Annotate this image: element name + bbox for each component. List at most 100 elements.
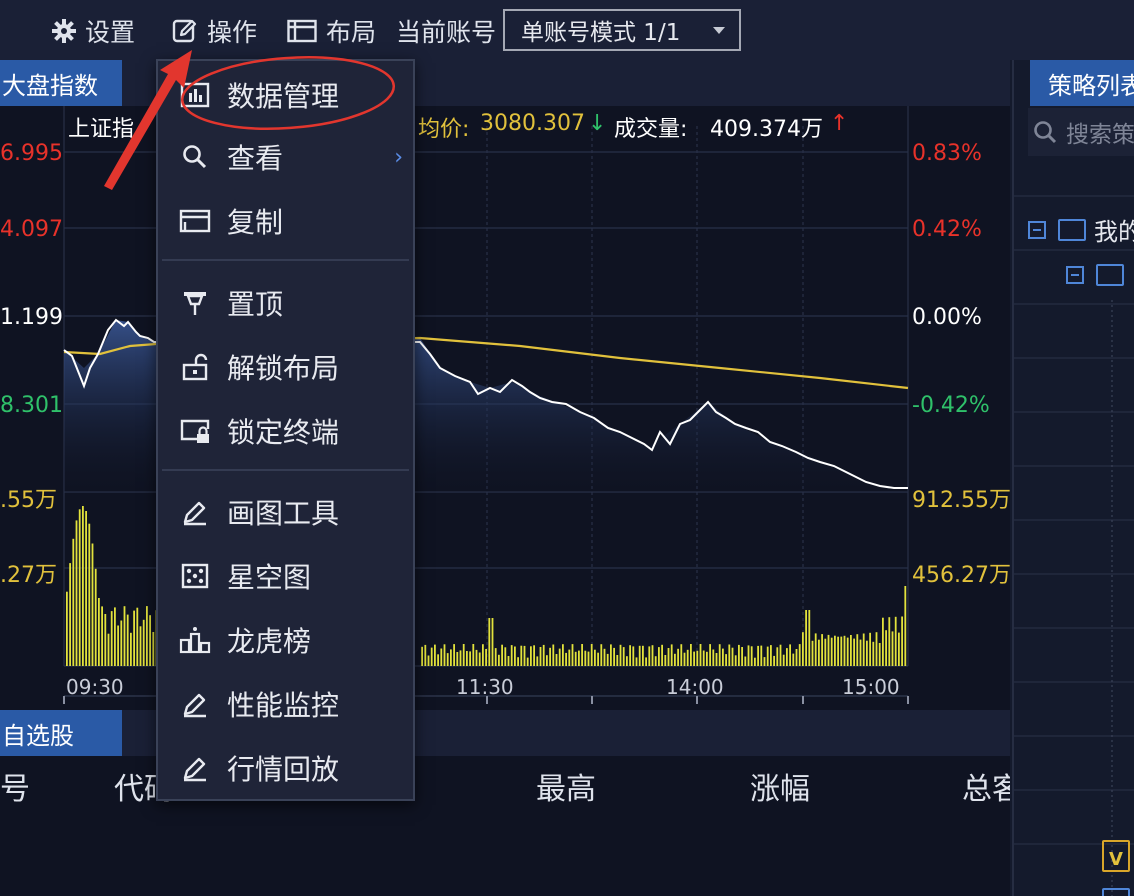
volume-bar	[837, 636, 839, 666]
volume-bar	[638, 645, 641, 666]
volume-bar	[750, 646, 753, 666]
volume-bar	[462, 644, 465, 666]
volume-bar	[830, 637, 833, 666]
account-mode-select[interactable]: 单账号模式 1/1	[503, 9, 741, 51]
volume-bar	[798, 644, 801, 666]
volume-bar	[763, 657, 766, 666]
strategy-search-input[interactable]: 搜索策	[1028, 108, 1134, 156]
volume-bar	[421, 646, 423, 666]
time-tick: 09:30	[66, 675, 124, 699]
tree-node-child[interactable]	[1066, 264, 1124, 286]
volume-bar	[494, 648, 497, 666]
volume-bar	[66, 591, 68, 666]
gear-icon	[52, 19, 76, 43]
volume-bar	[626, 656, 628, 666]
volume-bar	[699, 644, 702, 666]
volume-bar	[779, 644, 782, 666]
volume-tick: 912.55万	[912, 488, 1011, 513]
operate-dropdown-menu: 数据管理 查看 › 复制 置顶 解锁布局 锁定终端 画图工具 星空图 龙虎榜 性…	[156, 59, 415, 801]
tree-grid	[1014, 195, 1134, 896]
tab-strategy-list[interactable]: 策略列表	[1030, 60, 1134, 106]
menu-item-pin-top[interactable]: 置顶	[158, 273, 413, 333]
volume-bar	[786, 648, 788, 666]
menu-item-copy[interactable]: 复制	[158, 191, 413, 251]
column-header-index[interactable]: 号	[0, 764, 30, 808]
volume-bar	[885, 630, 887, 666]
volume-bar	[773, 655, 775, 666]
volume-bar	[520, 645, 523, 666]
menu-item-market-replay[interactable]: 行情回放	[158, 738, 413, 798]
price-tick: 1.199	[0, 305, 63, 330]
market-tab-label: 大盘指数	[2, 71, 98, 100]
watchlist-tab-bar	[0, 710, 1010, 756]
collapse-icon[interactable]	[1028, 220, 1046, 239]
volume-bar	[590, 644, 593, 666]
volume-bar	[78, 509, 81, 666]
arrow-up-icon: ↑	[830, 111, 849, 136]
volume-bar	[110, 611, 113, 666]
menu-item-label: 龙虎榜	[227, 625, 312, 658]
podium-icon	[178, 623, 212, 657]
volume-bar	[75, 520, 78, 666]
collapse-icon[interactable]	[1066, 266, 1084, 284]
index-name: 上证指	[68, 117, 135, 142]
tree-node-root[interactable]: 我的	[1028, 212, 1134, 247]
volume-bar	[725, 654, 727, 666]
tab-market-index[interactable]: 大盘指数	[0, 60, 122, 106]
volume-bar	[424, 644, 427, 666]
volume-bar	[146, 606, 148, 666]
volume-bar	[629, 645, 631, 666]
volume-bar	[584, 650, 587, 666]
volume-bar	[770, 645, 772, 666]
volume-bar	[85, 511, 87, 666]
volume-bar	[696, 650, 699, 666]
percent-tick: 0.83%	[912, 141, 982, 166]
volume-bar	[747, 645, 750, 666]
layout-button[interactable]: 布局	[287, 14, 376, 48]
percent-tick: -0.42%	[912, 393, 990, 418]
volume-bar	[741, 647, 743, 666]
menu-item-dragon-tiger-list[interactable]: 龙虎榜	[158, 610, 413, 670]
volume-bar	[149, 615, 151, 666]
volume-bar	[706, 651, 708, 666]
tab-watchlist[interactable]: 自选股	[0, 710, 122, 756]
menu-item-data-management[interactable]: 数据管理	[158, 65, 413, 125]
volume-bar	[574, 651, 577, 666]
intraday-chart[interactable]	[0, 106, 1010, 708]
volume-bar	[757, 645, 759, 666]
volume-bar	[709, 644, 711, 666]
operate-button[interactable]: 操作	[172, 14, 257, 48]
settings-button[interactable]: 设置	[52, 14, 135, 48]
volume-bar	[446, 653, 449, 666]
menu-item-label: 星空图	[227, 561, 312, 594]
volume-bar	[827, 634, 830, 666]
volume-bar	[613, 647, 615, 666]
strategy-panel: 我的 V	[1012, 60, 1134, 896]
column-header-change[interactable]: 涨幅	[750, 764, 810, 808]
search-icon	[1034, 121, 1057, 144]
volume-bar	[120, 620, 123, 666]
menu-item-drawing-tools[interactable]: 画图工具	[158, 482, 413, 542]
volume-bar	[459, 650, 462, 666]
volume-bar	[526, 657, 529, 666]
volume-bar	[450, 649, 452, 666]
menu-item-lock-terminal[interactable]: 锁定终端	[158, 401, 413, 461]
menu-item-performance-monitor[interactable]: 性能监控	[158, 674, 413, 734]
window-copy-icon	[178, 204, 212, 238]
volume-bar	[133, 610, 135, 666]
column-header-high[interactable]: 最高	[536, 764, 596, 808]
column-header-total[interactable]: 总客	[962, 764, 1010, 808]
volume-bar	[824, 638, 827, 666]
menu-item-star-map[interactable]: 星空图	[158, 546, 413, 606]
volume-bar	[645, 657, 647, 666]
strategy-file-icon	[1102, 888, 1130, 896]
volume-bar	[872, 641, 875, 666]
menu-item-unlock-layout[interactable]: 解锁布局	[158, 337, 413, 397]
volume-bar	[686, 649, 689, 666]
percent-tick: 0.00%	[912, 305, 982, 330]
pencil-icon	[178, 687, 212, 721]
volume-tick: 456.27万	[912, 563, 1011, 588]
volume-bar	[670, 644, 673, 666]
menu-item-view[interactable]: 查看 ›	[158, 127, 413, 187]
volume-bar	[472, 644, 475, 666]
